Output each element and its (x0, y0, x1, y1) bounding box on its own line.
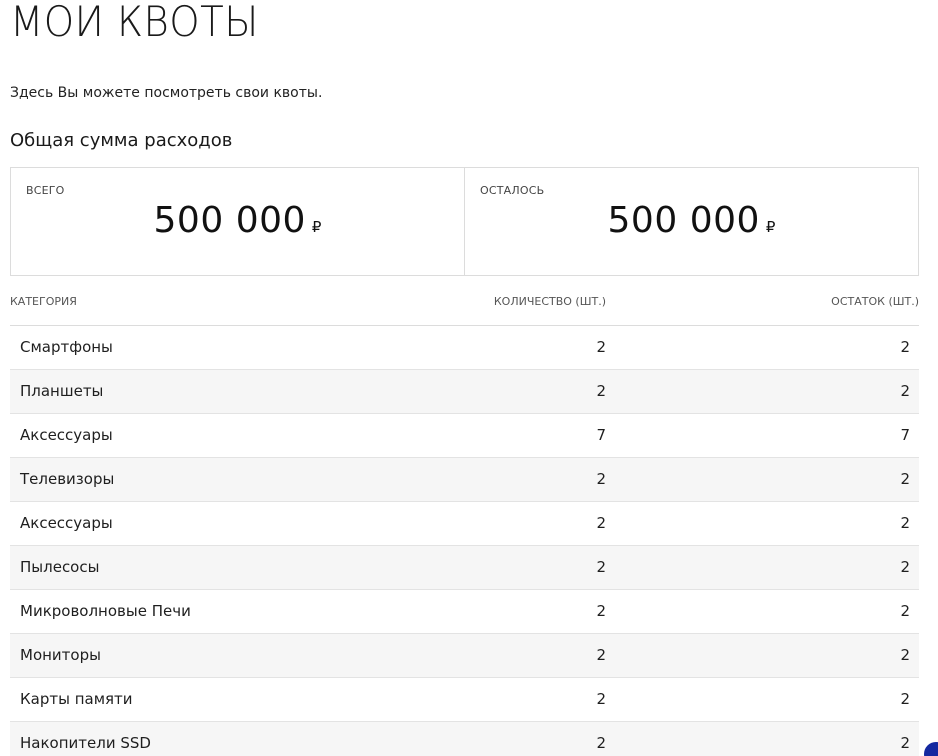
category-cell: Аксессуары (20, 426, 113, 444)
remaining-cell: 2 (900, 338, 910, 356)
quantity-cell: 2 (596, 602, 606, 620)
table-row: Накопители SSD 2 2 (10, 722, 919, 756)
table-row: Карты памяти 2 2 (10, 678, 919, 722)
quantity-cell: 2 (596, 382, 606, 400)
category-cell: Карты памяти (20, 690, 133, 708)
page-title: МОИ КВОТЫ (10, 0, 259, 46)
table-row: Аксессуары 7 7 (10, 414, 919, 458)
remaining-label: ОСТАЛОСЬ (480, 184, 545, 197)
remaining-card: ОСТАЛОСЬ 500 000 ₽ (464, 168, 918, 275)
remaining-amount: 500 000 ₽ (465, 200, 918, 241)
quantity-cell: 2 (596, 558, 606, 576)
remaining-cell: 2 (900, 734, 910, 752)
table-header: КАТЕГОРИЯ КОЛИЧЕСТВО (ШТ.) ОСТАТОК (ШТ.) (10, 282, 919, 326)
table-row: Телевизоры 2 2 (10, 458, 919, 502)
remaining-cell: 2 (900, 514, 910, 532)
remaining-cell: 2 (900, 558, 910, 576)
remaining-cell: 7 (900, 426, 910, 444)
category-cell: Планшеты (20, 382, 104, 400)
total-value: 500 000 (153, 200, 306, 241)
column-header-remaining: ОСТАТОК (ШТ.) (831, 295, 919, 308)
total-amount: 500 000 ₽ (11, 200, 464, 241)
quantity-cell: 2 (596, 734, 606, 752)
remaining-cell: 2 (900, 382, 910, 400)
category-cell: Аксессуары (20, 514, 113, 532)
quotas-table: КАТЕГОРИЯ КОЛИЧЕСТВО (ШТ.) ОСТАТОК (ШТ.)… (10, 282, 919, 756)
expenses-section-title: Общая сумма расходов (10, 130, 233, 151)
floating-corner-icon[interactable] (924, 742, 938, 756)
category-cell: Накопители SSD (20, 734, 151, 752)
table-row: Микроволновые Печи 2 2 (10, 590, 919, 634)
column-header-category: КАТЕГОРИЯ (10, 295, 77, 308)
quantity-cell: 2 (596, 646, 606, 664)
category-cell: Мониторы (20, 646, 101, 664)
category-cell: Микроволновые Печи (20, 602, 191, 620)
expenses-summary: ВСЕГО 500 000 ₽ ОСТАЛОСЬ 500 000 ₽ (10, 167, 919, 276)
ruble-icon: ₽ (765, 218, 776, 236)
table-row: Смартфоны 2 2 (10, 326, 919, 370)
total-card: ВСЕГО 500 000 ₽ (11, 168, 464, 275)
remaining-cell: 2 (900, 470, 910, 488)
total-label: ВСЕГО (26, 184, 65, 197)
quotas-page: МОИ КВОТЫ Здесь Вы можете посмотреть сво… (0, 0, 938, 756)
category-cell: Телевизоры (20, 470, 115, 488)
quantity-cell: 7 (596, 426, 606, 444)
column-header-quantity: КОЛИЧЕСТВО (ШТ.) (493, 295, 606, 308)
quantity-cell: 2 (596, 514, 606, 532)
remaining-value: 500 000 (607, 200, 760, 241)
quantity-cell: 2 (596, 470, 606, 488)
table-row: Планшеты 2 2 (10, 370, 919, 414)
intro-text: Здесь Вы можете посмотреть свои квоты. (10, 85, 323, 101)
quantity-cell: 2 (596, 338, 606, 356)
remaining-cell: 2 (900, 602, 910, 620)
table-row: Мониторы 2 2 (10, 634, 919, 678)
category-cell: Смартфоны (20, 338, 113, 356)
ruble-icon: ₽ (311, 218, 322, 236)
remaining-cell: 2 (900, 646, 910, 664)
quantity-cell: 2 (596, 690, 606, 708)
category-cell: Пылесосы (20, 558, 100, 576)
table-row: Аксессуары 2 2 (10, 502, 919, 546)
remaining-cell: 2 (900, 690, 910, 708)
table-row: Пылесосы 2 2 (10, 546, 919, 590)
